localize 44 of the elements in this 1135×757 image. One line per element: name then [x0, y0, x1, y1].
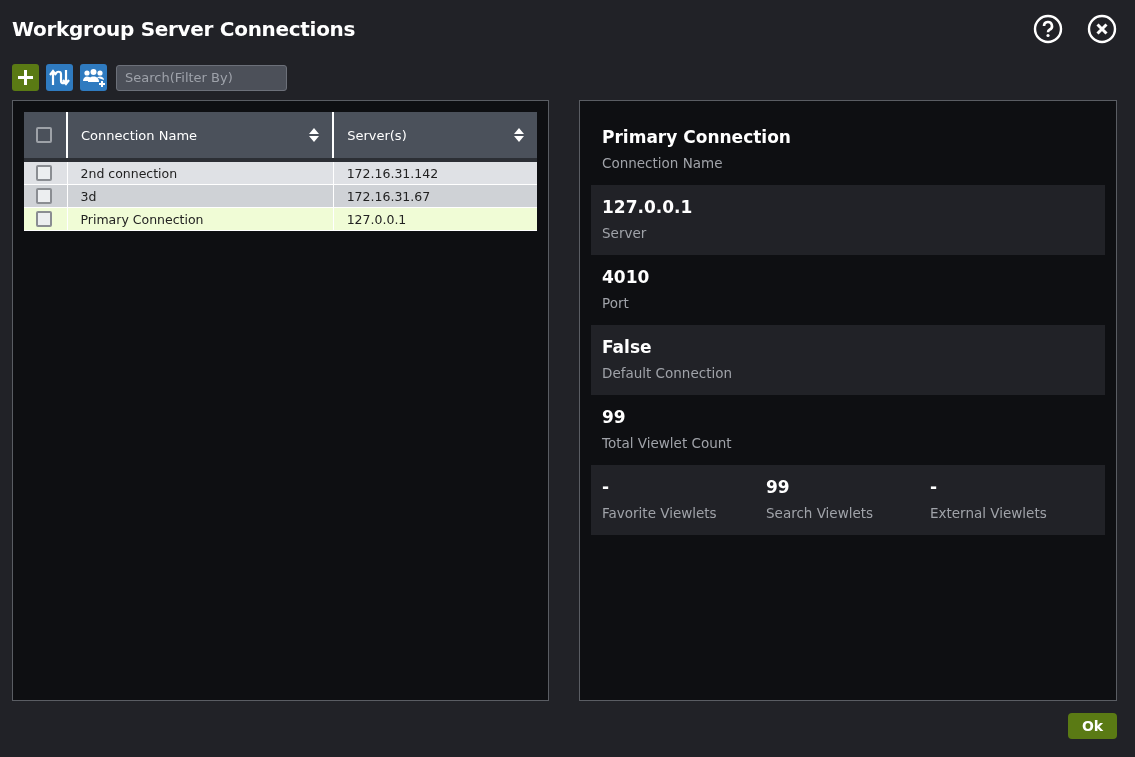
field-value: 99: [602, 407, 627, 429]
up-down-arrows-icon: [49, 68, 70, 87]
field-value: -: [930, 477, 939, 499]
sort-icon: [309, 128, 320, 142]
row-checkbox[interactable]: [36, 188, 52, 204]
field-label: Connection Name: [602, 155, 724, 171]
field-value: -: [602, 477, 611, 499]
table-cell: Primary Connection: [67, 207, 334, 231]
table-row[interactable]: 2nd connection 172.16.31.142: [24, 160, 537, 185]
window-title: Workgroup Server Connections: [12, 17, 356, 41]
field-value: 99: [766, 477, 791, 499]
sort-icon: [514, 128, 524, 142]
table-cell: 127.0.0.1: [333, 207, 537, 231]
switch-button[interactable]: [46, 64, 73, 91]
field-value: 127.0.0.1: [602, 197, 693, 219]
row-checkbox[interactable]: [36, 211, 52, 227]
close-icon[interactable]: [1087, 14, 1117, 44]
users-icon: [82, 68, 105, 87]
column-header[interactable]: Server(s): [333, 112, 537, 160]
ok-button[interactable]: Ok: [1068, 713, 1117, 739]
help-icon[interactable]: [1033, 14, 1063, 44]
table-cell: 172.16.31.67: [333, 184, 537, 208]
field-label: Total Viewlet Count: [602, 435, 732, 451]
field-label: Default Connection: [602, 365, 732, 381]
field-label: External Viewlets: [930, 505, 1048, 521]
search-field[interactable]: Search(Filter By): [116, 64, 287, 91]
column-header[interactable]: Connection Name: [67, 112, 334, 160]
field-label: Server: [602, 225, 648, 241]
select-all-checkbox[interactable]: [36, 127, 52, 143]
add-button[interactable]: [12, 64, 39, 91]
table-cell: 2nd connection: [67, 160, 334, 185]
field-value: Primary Connection: [602, 127, 791, 149]
field-value: 4010: [602, 267, 650, 289]
field-label: Favorite Viewlets: [602, 505, 718, 521]
table-row[interactable]: Primary Connection 127.0.0.1: [24, 207, 537, 231]
row-checkbox[interactable]: [36, 165, 52, 181]
field-label: Search Viewlets: [766, 505, 875, 521]
field-label: Port: [602, 295, 630, 311]
add-users-button[interactable]: [80, 64, 107, 91]
table-row[interactable]: 3d 172.16.31.67: [24, 184, 537, 208]
field-value: False: [602, 337, 653, 359]
table-cell: 172.16.31.142: [333, 160, 537, 185]
plus-icon: [17, 69, 34, 86]
table-cell: 3d: [67, 184, 334, 208]
